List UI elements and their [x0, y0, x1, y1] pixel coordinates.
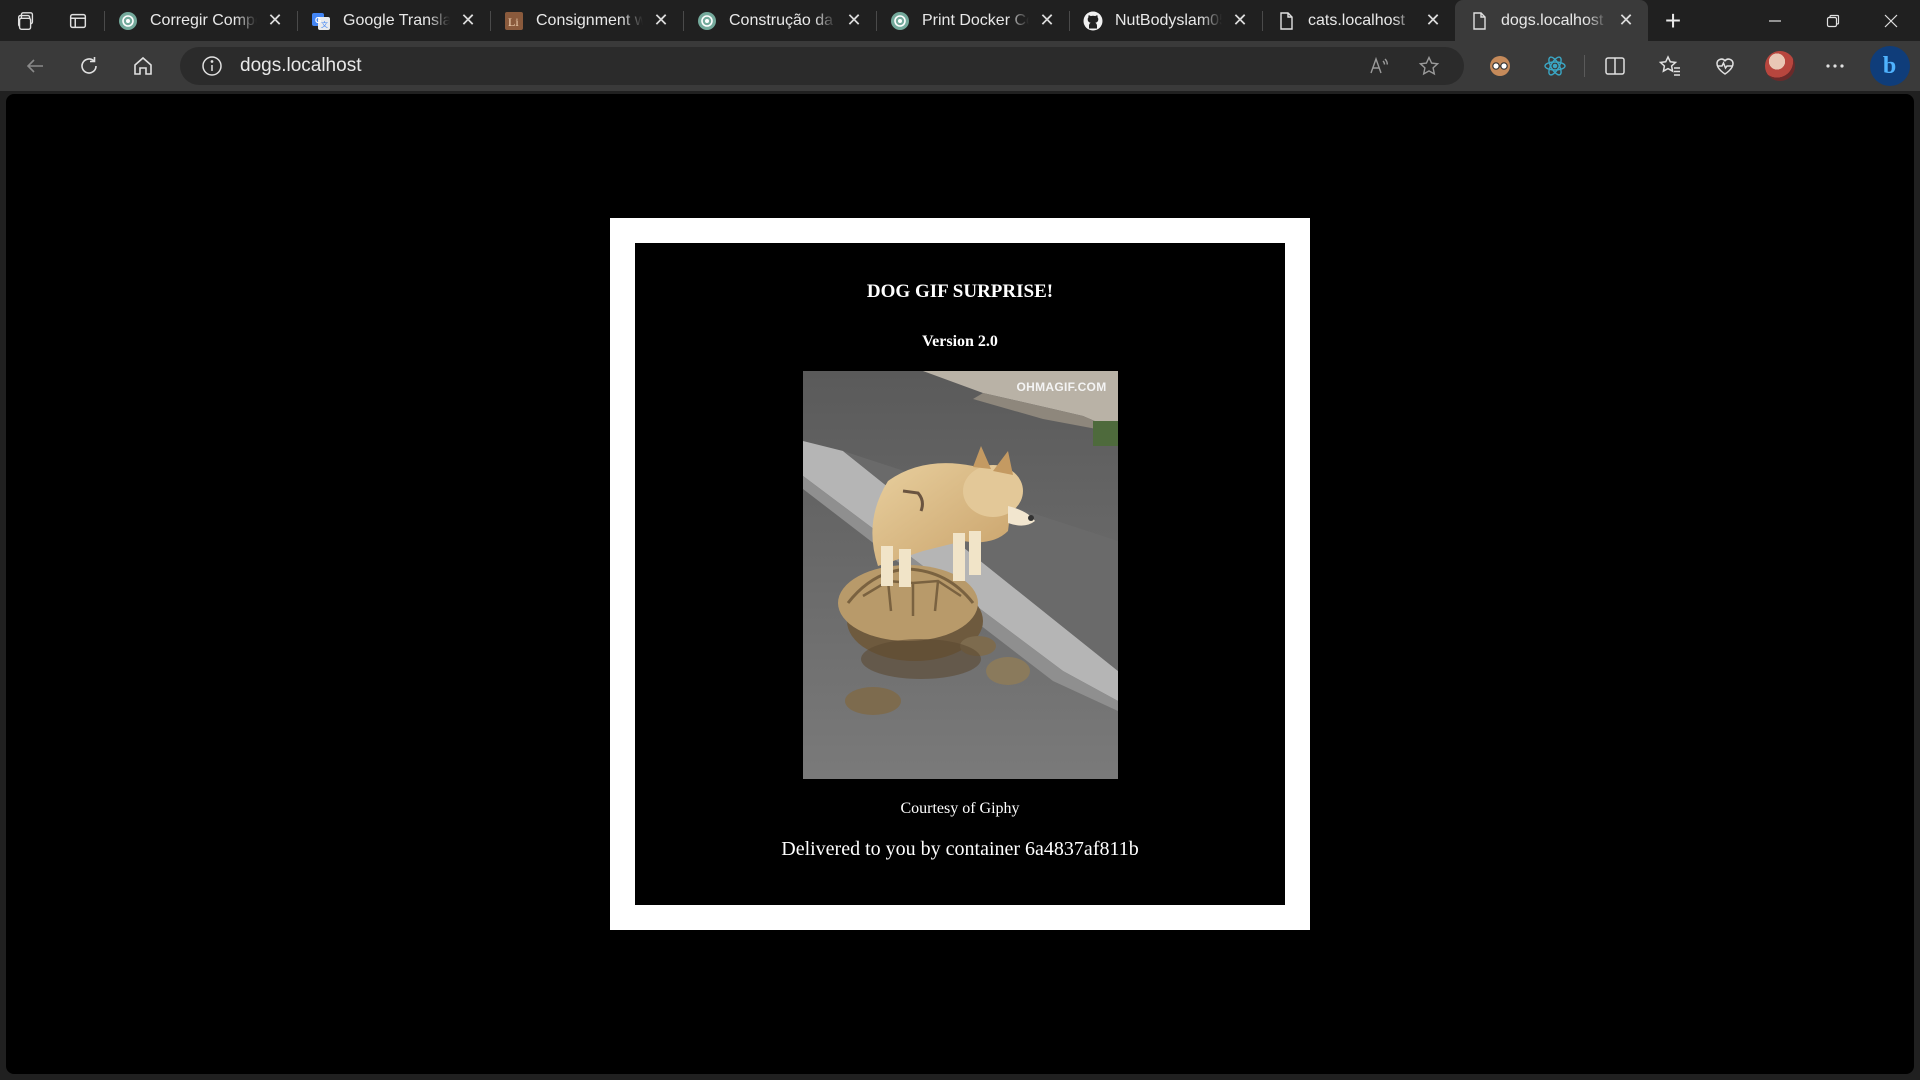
back-arrow-icon	[26, 59, 43, 73]
dog-gif: OHMAGIF.COM	[802, 371, 1118, 779]
split-screen-icon	[1604, 57, 1625, 75]
site-info-icon[interactable]	[200, 54, 224, 78]
page-icon	[1469, 11, 1489, 31]
tab-construcao[interactable]: Construção da im ✕	[683, 0, 876, 41]
close-icon	[1884, 14, 1898, 27]
tab-actions-button[interactable]	[52, 0, 104, 41]
consignment-icon: Li	[504, 11, 524, 31]
tab-google-translate[interactable]: G文 Google Translate ✕	[297, 0, 490, 41]
plus-icon: +	[1664, 4, 1682, 36]
workspaces-button[interactable]	[0, 0, 52, 41]
version-label: Version 2.0	[922, 333, 998, 350]
svg-text:Li: Li	[508, 15, 519, 29]
tab-strip: Corregir Compos ✕ G文 Google Translate ✕ …	[0, 0, 1920, 41]
google-translate-icon: G文	[311, 11, 331, 31]
avatar	[1764, 51, 1795, 81]
browser-toolbar: dogs.localhost b	[0, 41, 1920, 91]
close-icon[interactable]: ✕	[263, 9, 287, 33]
content-panel: DOG GIF SURPRISE! Version 2.0 OHMAGIF.CO…	[635, 243, 1285, 905]
close-icon[interactable]: ✕	[1228, 9, 1252, 33]
tab-title: NutBodyslam053	[1115, 11, 1222, 29]
chatgpt-icon	[890, 11, 910, 31]
close-icon[interactable]: ✕	[1614, 9, 1638, 33]
close-icon[interactable]: ✕	[842, 9, 866, 33]
close-icon[interactable]: ✕	[1035, 9, 1059, 33]
tab-title: Google Translate	[343, 11, 450, 29]
restore-button[interactable]	[1804, 0, 1862, 41]
window-controls	[1746, 0, 1920, 41]
new-tab-button[interactable]: +	[1648, 0, 1698, 41]
home-button[interactable]	[116, 46, 170, 86]
minimize-button[interactable]	[1746, 0, 1804, 41]
close-icon[interactable]: ✕	[456, 9, 480, 33]
close-icon[interactable]: ✕	[649, 9, 673, 33]
close-window-button[interactable]	[1862, 0, 1920, 41]
browser-essentials-button[interactable]	[1697, 46, 1752, 86]
toolbar-right: b	[1472, 41, 1917, 91]
chatgpt-icon	[697, 11, 717, 31]
tab-title: Construção da im	[729, 11, 836, 29]
workspaces-icon	[17, 11, 34, 30]
more-dots-icon	[1825, 64, 1844, 68]
tab-github[interactable]: NutBodyslam053 ✕	[1069, 0, 1262, 41]
refresh-button[interactable]	[62, 46, 116, 86]
home-icon	[134, 56, 152, 75]
bing-icon: b	[1869, 46, 1910, 86]
svg-text:文: 文	[321, 20, 328, 29]
tab-dogs-localhost[interactable]: dogs.localhost ✕	[1455, 0, 1648, 41]
courtesy-text: Courtesy of Giphy	[900, 800, 1020, 817]
toolbar-divider	[1584, 55, 1585, 77]
content-frame: DOG GIF SURPRISE! Version 2.0 OHMAGIF.CO…	[610, 218, 1310, 930]
favorite-star-icon[interactable]	[1404, 49, 1454, 83]
extension-button[interactable]	[1527, 46, 1582, 86]
gif-watermark: OHMAGIF.COM	[1016, 380, 1107, 394]
page-icon	[1276, 11, 1296, 31]
refresh-icon	[81, 57, 97, 74]
chatgpt-icon	[118, 11, 138, 31]
tab-consignment[interactable]: Li Consignment wul ✕	[490, 0, 683, 41]
tab-corregir[interactable]: Corregir Compos ✕	[104, 0, 297, 41]
page-viewport: DOG GIF SURPRISE! Version 2.0 OHMAGIF.CO…	[6, 94, 1914, 1074]
minimize-icon	[1769, 19, 1781, 22]
split-screen-button[interactable]	[1587, 46, 1642, 86]
favorites-icon	[1658, 55, 1680, 76]
tab-cats-localhost[interactable]: cats.localhost ✕	[1262, 0, 1455, 41]
tab-title: Corregir Compos	[150, 11, 257, 29]
favorites-button[interactable]	[1642, 46, 1697, 86]
dog-on-tortoise-image	[802, 371, 1118, 779]
tab-title: Consignment wul	[536, 11, 643, 29]
url-text[interactable]: dogs.localhost	[240, 55, 361, 77]
read-aloud-icon[interactable]	[1354, 49, 1404, 83]
close-icon[interactable]: ✕	[1421, 9, 1445, 33]
tab-title: Print Docker Con	[922, 11, 1029, 29]
tab-title: cats.localhost	[1308, 11, 1405, 29]
tab-title: dogs.localhost	[1501, 11, 1604, 29]
github-icon	[1083, 11, 1103, 31]
page-title: DOG GIF SURPRISE!	[866, 281, 1054, 302]
profile-button[interactable]	[1752, 46, 1807, 86]
tab-print-docker[interactable]: Print Docker Con ✕	[876, 0, 1069, 41]
settings-menu-button[interactable]	[1807, 46, 1862, 86]
extension-button[interactable]	[1472, 46, 1527, 86]
react-devtools-icon	[1543, 56, 1566, 76]
delivered-text: Delivered to you by container 6a4837af81…	[781, 838, 1139, 860]
restore-icon	[1826, 14, 1840, 27]
heart-pulse-icon	[1715, 58, 1734, 75]
glasses-extension-icon	[1489, 56, 1510, 76]
address-bar[interactable]: dogs.localhost	[180, 47, 1464, 85]
back-button[interactable]	[8, 46, 62, 86]
tab-actions-icon	[69, 13, 87, 28]
bing-chat-button[interactable]: b	[1862, 46, 1917, 86]
